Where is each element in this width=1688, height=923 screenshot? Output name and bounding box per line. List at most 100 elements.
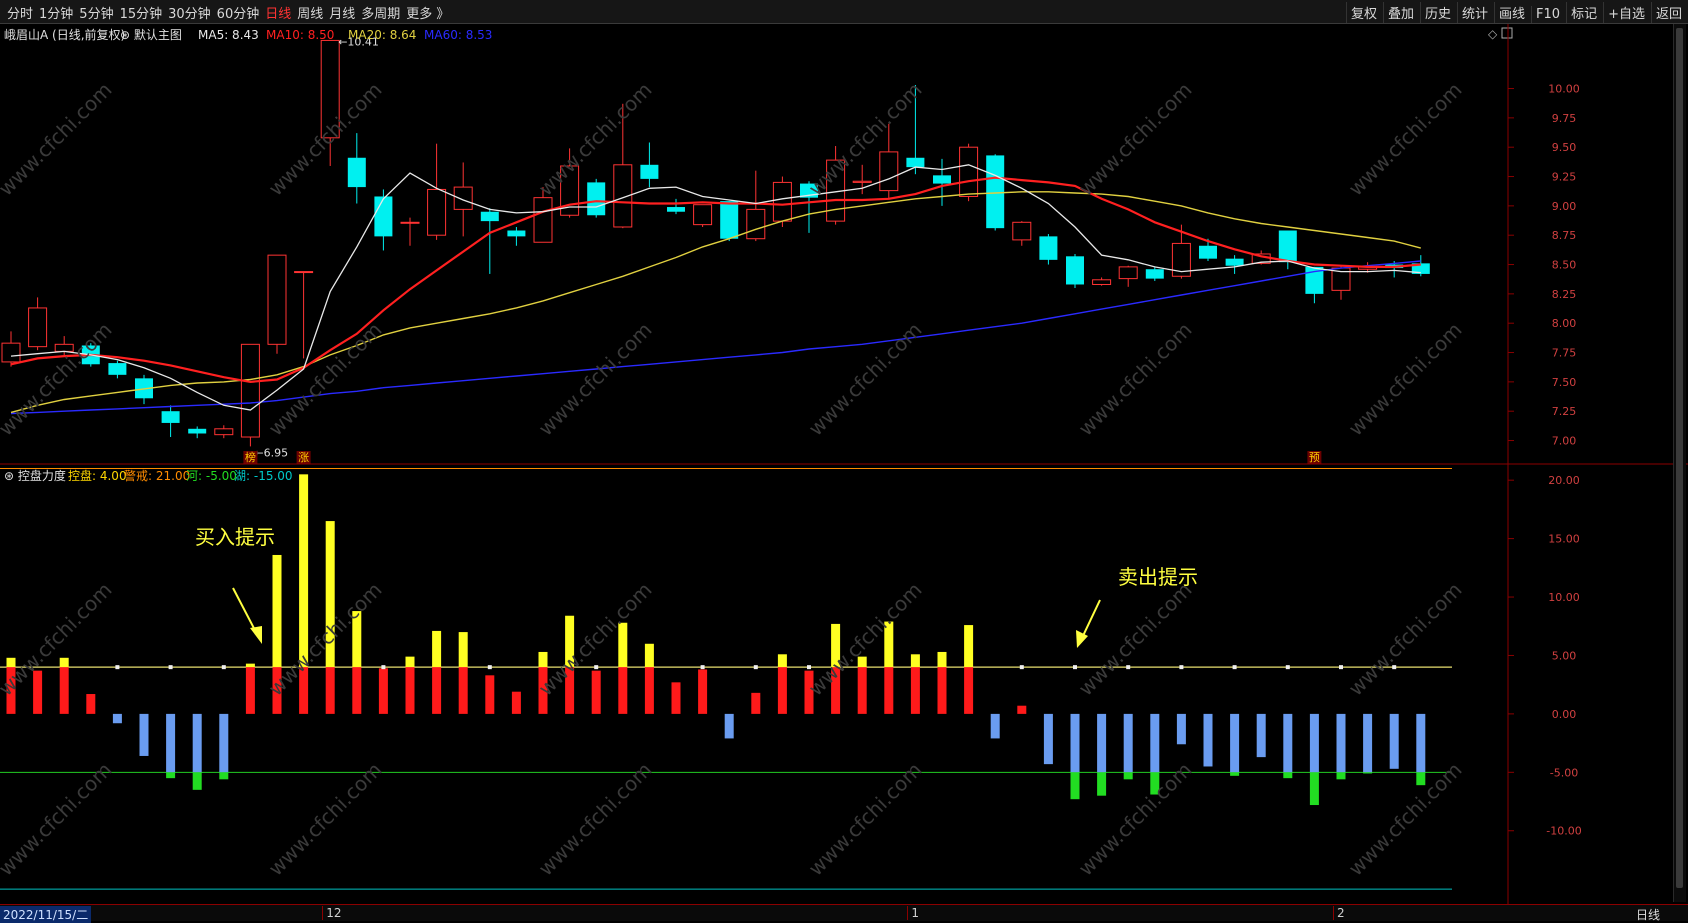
tab-2[interactable]: 5分钟	[76, 2, 116, 23]
vertical-scrollbar[interactable]	[1673, 24, 1686, 902]
kongpan-dot	[115, 665, 120, 670]
month-tick: 12	[322, 906, 341, 920]
tool-button-6[interactable]: 标记	[1566, 2, 1601, 23]
kongpan-bar-top	[458, 632, 468, 668]
kongpan-bar-top	[964, 625, 974, 668]
candle-body	[1092, 279, 1112, 285]
kongpan-bar-top	[405, 656, 415, 668]
candle-body	[1145, 269, 1164, 279]
candle-body	[1199, 245, 1217, 259]
candle-body	[28, 307, 48, 348]
kongpan-bar	[1283, 713, 1293, 773]
candle-body	[1, 342, 21, 363]
kongpan-bar	[857, 667, 867, 714]
kongpan-bar	[458, 667, 468, 714]
tool-button-8[interactable]: 返回	[1650, 2, 1686, 23]
kongpan-bar	[644, 667, 654, 714]
kongpan-bar	[618, 667, 628, 714]
tab-0[interactable]: 分时	[4, 2, 36, 23]
watermark: www.cfchi.com	[0, 78, 117, 201]
y-tick-label: 10.00	[1548, 83, 1580, 96]
candle-body	[480, 211, 499, 222]
kongpan-bar-top	[910, 654, 920, 668]
kongpan-value: 控盘: 4.00	[68, 468, 127, 483]
event-marker: 涨	[298, 451, 309, 464]
kongpan-bar	[325, 667, 335, 714]
kongpan-bar	[59, 667, 69, 714]
candle-body	[453, 186, 473, 210]
kongpan-bar	[432, 667, 442, 714]
kongpan-bar	[937, 667, 947, 714]
watermark: www.cfchi.com	[264, 578, 387, 701]
y-tick-label: 9.50	[1552, 141, 1577, 154]
y-tick-label: 5.00	[1552, 649, 1577, 662]
kongpan-dot	[1179, 665, 1184, 670]
kongpan-bar	[485, 675, 495, 714]
tab-10[interactable]: 更多 》	[403, 2, 452, 23]
event-marker: 榜	[245, 450, 256, 464]
tab-6[interactable]: 日线	[262, 2, 294, 23]
kongpan-dot	[753, 665, 758, 670]
tool-button-2[interactable]: 历史	[1419, 2, 1455, 23]
tool-button-7[interactable]: +自选	[1603, 2, 1649, 23]
kongpan-bar	[405, 667, 415, 714]
main-price-chart: 7.00 7.25 7.50 7.75 8.00 8.25 8.50 8.75 9.00 9.25…	[1, 27, 1580, 464]
kongpan-bar	[1309, 713, 1319, 773]
tab-5[interactable]: 60分钟	[214, 2, 263, 23]
kongpan-dot	[1285, 665, 1290, 670]
candle-body	[1012, 221, 1032, 241]
tool-button-4[interactable]: 画线	[1494, 2, 1529, 23]
tab-8[interactable]: 月线	[326, 2, 358, 23]
tool-button-3[interactable]: 统计	[1457, 2, 1492, 23]
kongpan-bar	[511, 691, 521, 714]
tab-4[interactable]: 30分钟	[165, 2, 214, 23]
ma5-line	[10, 164, 1421, 411]
y-tick-label: 7.50	[1552, 376, 1577, 389]
candle-body	[427, 188, 447, 236]
kongpan-bar	[139, 713, 149, 756]
tool-button-1[interactable]: 叠加	[1382, 2, 1418, 23]
y-tick-label: 15.00	[1548, 533, 1580, 546]
kongpan-dot	[700, 665, 705, 670]
kongpan-bar	[1230, 713, 1240, 773]
candle-body	[240, 343, 260, 438]
kongpan-dot	[381, 665, 386, 670]
kongpan-bar	[33, 670, 43, 714]
month-tick: 2	[1333, 906, 1345, 920]
tool-button-0[interactable]: 复权	[1345, 2, 1381, 23]
kongpan-dot	[487, 665, 492, 670]
top-toolbar: 分时 1分钟 5分钟 15分钟 30分钟 60分钟 日线 周线 月线 多周期 更多 》 复权 叠加 历史…	[0, 0, 1688, 24]
kongpan-dot	[1019, 665, 1024, 670]
kongpan-bar	[1123, 713, 1133, 773]
y-tick-label: 7.75	[1552, 347, 1577, 360]
watermark: www.cfchi.com	[534, 78, 657, 201]
kongpan-bar-tail	[219, 772, 229, 780]
kongpan-dot	[221, 665, 226, 670]
kongpan-bar-tail	[1097, 772, 1107, 796]
window-icon	[1501, 27, 1513, 39]
kongpan-bar-tail	[1070, 772, 1080, 800]
y-tick-label: 20.00	[1548, 474, 1580, 487]
ma20-line	[10, 191, 1421, 414]
tab-1[interactable]: 1分钟	[36, 2, 76, 23]
candle-body	[746, 208, 766, 240]
y-tick-label: 8.00	[1552, 317, 1577, 330]
kongpan-bar-tail	[1363, 772, 1373, 774]
kongpan-bar-tail	[192, 772, 202, 790]
watermark: www.cfchi.com	[1344, 578, 1467, 701]
candle-body	[879, 151, 899, 192]
tab-7[interactable]: 周线	[294, 2, 326, 23]
low-label: ←6.95	[254, 446, 288, 459]
watermark: www.cfchi.com	[1074, 318, 1197, 441]
tab-3[interactable]: 15分钟	[117, 2, 166, 23]
time-axis-bar: 2022/11/15/二 日线 12 1 2	[0, 904, 1688, 923]
candle-body	[188, 428, 207, 434]
tool-button-5[interactable]: F10	[1531, 6, 1564, 23]
ma60-label: MA60: 8.53	[424, 28, 492, 42]
tab-9[interactable]: 多周期	[358, 2, 403, 23]
kongpan-bar	[1416, 713, 1426, 773]
scroll-thumb[interactable]	[1676, 28, 1683, 888]
y-tick-label: 10.00	[1548, 591, 1580, 604]
candle-body	[507, 230, 526, 237]
candle-body	[161, 411, 180, 423]
